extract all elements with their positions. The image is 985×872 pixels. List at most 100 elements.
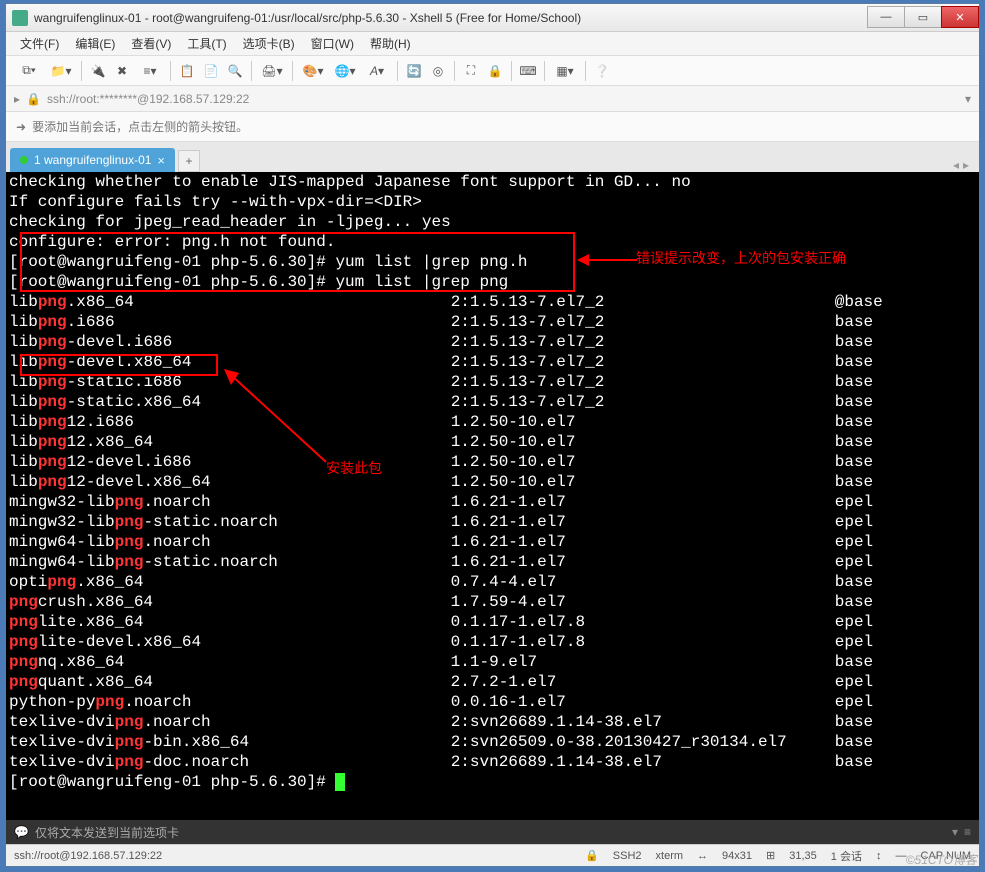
terminal[interactable]: 错误提示改变，上次的包安装正确 安装此包 checking whether to… <box>6 172 979 820</box>
reconnect-icon[interactable]: 🔌 <box>87 60 109 82</box>
terminal-line: texlive-dvipng-bin.x86_64 2:svn26509.0-3… <box>9 732 979 752</box>
watermark: ©51CTO博客 <box>906 851 977 868</box>
lock-icon: 🔒 <box>585 849 599 862</box>
help-icon[interactable]: ❔ <box>591 60 613 82</box>
terminal-line: pnglite-devel.x86_64 0.1.17-1.el7.8 epel <box>9 632 979 652</box>
size-icon: ↔ <box>697 850 708 862</box>
terminal-line: libpng-static.i686 2:1.5.13-7.el7_2 base <box>9 372 979 392</box>
fullscreen-icon[interactable]: ⛶ <box>460 60 482 82</box>
close-tab-icon[interactable]: × <box>157 153 165 168</box>
separator <box>397 61 398 81</box>
terminal-line: mingw64-libpng.noarch 1.6.21-1.el7 epel <box>9 532 979 552</box>
terminal-line: [root@wangruifeng-01 php-5.6.30]# <box>9 772 979 792</box>
disconnect-icon[interactable]: ✖ <box>111 60 133 82</box>
maximize-button[interactable]: ▭ <box>904 6 942 28</box>
dropdown-icon[interactable]: ▾ <box>952 825 958 839</box>
titlebar[interactable]: wangruifenglinux-01 - root@wangruifeng-0… <box>6 4 979 32</box>
layout-icon[interactable]: ▦▾ <box>550 60 580 82</box>
separator <box>585 61 586 81</box>
close-button[interactable]: ✕ <box>941 6 979 28</box>
sync-icon[interactable]: 🔄 <box>403 60 425 82</box>
terminal-line: texlive-dvipng.noarch 2:svn26689.1.14-38… <box>9 712 979 732</box>
print-icon[interactable]: 🖨▾ <box>257 60 287 82</box>
terminal-line: pngcrush.x86_64 1.7.59-4.el7 base <box>9 592 979 612</box>
terminal-line: python-pypng.noarch 0.0.16-1.el7 epel <box>9 692 979 712</box>
keyboard-icon[interactable]: ⌨ <box>517 60 539 82</box>
status-term: xterm <box>656 850 684 862</box>
up-down-icon: ↕ <box>876 850 882 862</box>
menu-file[interactable]: 文件(F) <box>14 32 65 55</box>
terminal-line: libpng.i686 2:1.5.13-7.el7_2 base <box>9 312 979 332</box>
tab-next-icon[interactable]: ▸ <box>963 158 969 172</box>
globe-icon[interactable]: 🌐▾ <box>330 60 360 82</box>
separator <box>81 61 82 81</box>
terminal-line: pngnq.x86_64 1.1-9.el7 base <box>9 652 979 672</box>
copy-icon[interactable]: 📋 <box>176 60 198 82</box>
address-bar: ▸ 🔒 ssh://root:********@192.168.57.129:2… <box>6 86 979 112</box>
terminal-line: libpng-devel.x86_64 2:1.5.13-7.el7_2 bas… <box>9 352 979 372</box>
status-bar: ssh://root@192.168.57.129:22 🔒 SSH2 xter… <box>6 844 979 866</box>
terminal-line: checking whether to enable JIS-mapped Ja… <box>9 172 979 192</box>
menu-window[interactable]: 窗口(W) <box>305 32 360 55</box>
paste-icon[interactable]: 📄 <box>200 60 222 82</box>
properties-icon[interactable]: ≡▾ <box>135 60 165 82</box>
status-size: 94x31 <box>722 850 752 862</box>
info-text: 要添加当前会话，点击左侧的箭头按钮。 <box>32 118 248 135</box>
new-session-icon[interactable]: ⧉▾ <box>14 60 44 82</box>
app-window: wangruifenglinux-01 - root@wangruifeng-0… <box>5 3 980 867</box>
separator <box>170 61 171 81</box>
lock-icon[interactable]: 🔒 <box>484 60 506 82</box>
menu-icon[interactable]: ≡ <box>964 825 971 839</box>
bookmark-icon[interactable]: ▸ <box>14 92 20 106</box>
status-sessions: 1 会话 <box>831 848 862 864</box>
app-icon <box>12 10 28 26</box>
terminal-line: optipng.x86_64 0.7.4-4.el7 base <box>9 572 979 592</box>
session-tab[interactable]: 1 wangruifenglinux-01 × <box>10 148 175 172</box>
menu-help[interactable]: 帮助(H) <box>364 32 417 55</box>
chat-icon[interactable]: 💬 <box>14 825 29 839</box>
separator <box>251 61 252 81</box>
separator <box>292 61 293 81</box>
terminal-line: libpng12.i686 1.2.50-10.el7 base <box>9 412 979 432</box>
terminal-line: texlive-dvipng-doc.noarch 2:svn26689.1.1… <box>9 752 979 772</box>
new-tab-button[interactable]: + <box>178 150 200 172</box>
terminal-line: libpng12-devel.x86_64 1.2.50-10.el7 base <box>9 472 979 492</box>
annotation-text-1: 错误提示改变，上次的包安装正确 <box>636 250 846 270</box>
font-icon[interactable]: A▾ <box>362 60 392 82</box>
info-bar: ➜ 要添加当前会话，点击左侧的箭头按钮。 <box>6 112 979 142</box>
toolbar: ⧉▾ 📁▾ 🔌 ✖ ≡▾ 📋 📄 🔍 🖨▾ 🎨▾ 🌐▾ A▾ 🔄 ◎ ⛶ 🔒 ⌨… <box>6 56 979 86</box>
minimize-button[interactable]: — <box>867 6 905 28</box>
terminal-line: mingw32-libpng-static.noarch 1.6.21-1.el… <box>9 512 979 532</box>
terminal-line: mingw64-libpng-static.noarch 1.6.21-1.el… <box>9 552 979 572</box>
dropdown-icon[interactable]: ▾ <box>965 92 971 106</box>
lock-icon: 🔒 <box>26 92 41 106</box>
tab-prev-icon[interactable]: ◂ <box>953 158 959 172</box>
menubar: 文件(F) 编辑(E) 查看(V) 工具(T) 选项卡(B) 窗口(W) 帮助(… <box>6 32 979 56</box>
status-ssh: SSH2 <box>613 850 642 862</box>
separator <box>511 61 512 81</box>
status-host: ssh://root@192.168.57.129:22 <box>14 850 162 862</box>
color-theme-icon[interactable]: 🎨▾ <box>298 60 328 82</box>
arrow-right-icon[interactable]: ➜ <box>16 120 26 134</box>
search-icon[interactable]: 🔍 <box>224 60 246 82</box>
terminal-line: pnglite.x86_64 0.1.17-1.el7.8 epel <box>9 612 979 632</box>
tab-label: 1 wangruifenglinux-01 <box>34 153 151 167</box>
terminal-line: libpng-devel.i686 2:1.5.13-7.el7_2 base <box>9 332 979 352</box>
menu-tabs[interactable]: 选项卡(B) <box>237 32 301 55</box>
compose-text[interactable]: 仅将文本发送到当前选项卡 <box>35 824 946 841</box>
address-text[interactable]: ssh://root:********@192.168.57.129:22 <box>47 92 959 106</box>
pos-icon: ⊞ <box>766 849 775 862</box>
compose-bar: 💬 仅将文本发送到当前选项卡 ▾ ≡ <box>6 820 979 844</box>
target-icon[interactable]: ◎ <box>427 60 449 82</box>
terminal-line: libpng12.x86_64 1.2.50-10.el7 base <box>9 432 979 452</box>
terminal-line: mingw32-libpng.noarch 1.6.21-1.el7 epel <box>9 492 979 512</box>
menu-tools[interactable]: 工具(T) <box>181 32 232 55</box>
tab-bar: 1 wangruifenglinux-01 × + ◂ ▸ <box>6 142 979 172</box>
menu-edit[interactable]: 编辑(E) <box>69 32 121 55</box>
status-dot-icon <box>20 156 28 164</box>
menu-view[interactable]: 查看(V) <box>125 32 177 55</box>
terminal-line: configure: error: png.h not found. <box>9 232 979 252</box>
open-folder-icon[interactable]: 📁▾ <box>46 60 76 82</box>
terminal-line: libpng-static.x86_64 2:1.5.13-7.el7_2 ba… <box>9 392 979 412</box>
separator <box>454 61 455 81</box>
